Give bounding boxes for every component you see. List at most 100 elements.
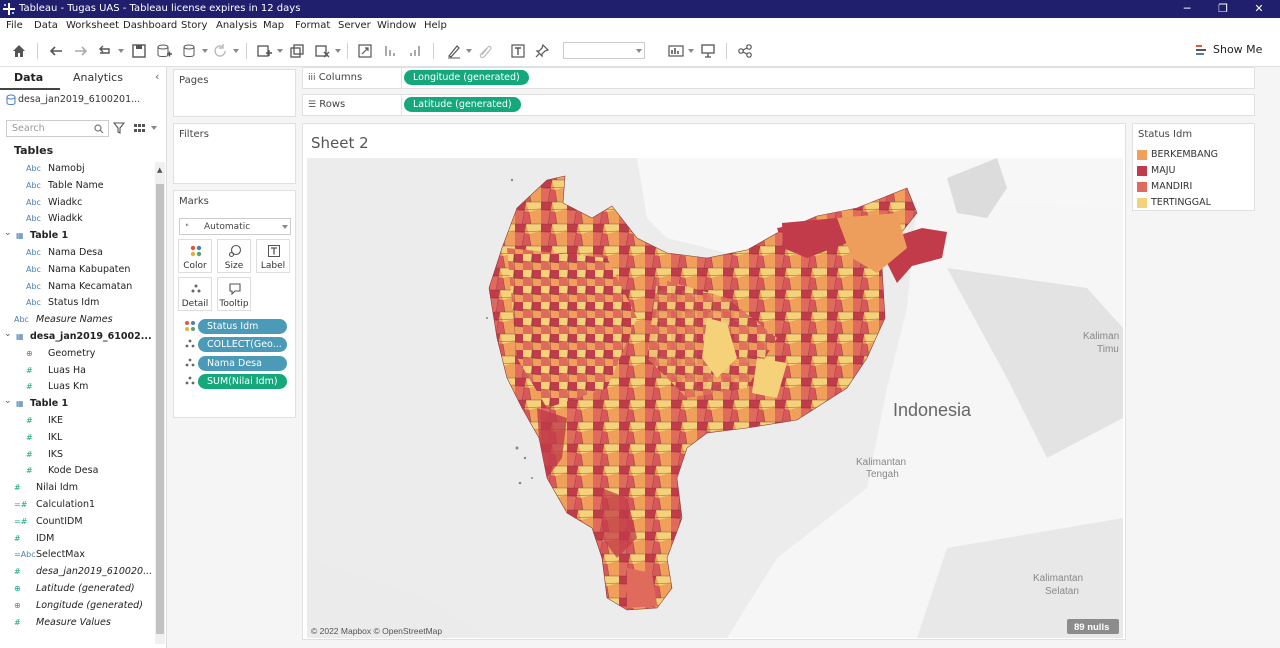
mark-type-dropdown[interactable]: ⁌ Automatic — [179, 218, 291, 235]
redo-icon[interactable] — [73, 43, 89, 59]
label-button[interactable]: Label — [256, 239, 290, 273]
tab-analytics[interactable]: Analytics — [73, 71, 123, 84]
color-icon — [190, 245, 202, 257]
new-worksheet-dropdown-icon[interactable] — [277, 49, 283, 53]
show-cards-dropdown-icon[interactable] — [688, 49, 694, 53]
datasource-dropdown-icon[interactable] — [202, 49, 208, 53]
replay-dropdown-icon[interactable] — [118, 49, 124, 53]
pages-card[interactable]: Pages — [173, 69, 296, 117]
field-label: SelectMax — [36, 549, 85, 561]
collapse-chevron-icon[interactable]: ⌄ — [4, 396, 12, 406]
swap-rows-columns-icon[interactable] — [357, 43, 373, 59]
size-button[interactable]: Size — [217, 239, 251, 273]
duplicate-icon[interactable] — [289, 43, 305, 59]
home-icon[interactable] — [11, 43, 27, 59]
view-options-dropdown-icon[interactable] — [151, 126, 157, 130]
sort-ascending-icon[interactable] — [383, 43, 399, 59]
highlight-dropdown-icon[interactable] — [466, 49, 472, 53]
marks-pill-collect-geometry[interactable]: COLLECT(Geo... — [198, 337, 287, 352]
field-label: IKE — [48, 415, 64, 426]
filter-icon[interactable] — [113, 122, 125, 134]
scrollbar[interactable]: ▲ — [155, 162, 165, 644]
group-members-icon[interactable] — [477, 43, 493, 59]
measure-field-icon: # — [26, 449, 33, 459]
color-button[interactable]: Color — [178, 239, 212, 273]
field-label: Wiadkc — [48, 196, 83, 208]
measure-field-icon: # — [26, 432, 33, 442]
share-icon[interactable] — [737, 43, 753, 59]
columns-pill-longitude[interactable]: Longitude (generated) — [404, 70, 529, 85]
new-worksheet-icon[interactable] — [256, 43, 272, 59]
detail-field-icon — [185, 376, 195, 385]
menu-help[interactable]: Help — [424, 20, 447, 31]
highlight-icon[interactable] — [446, 43, 462, 59]
menu-map[interactable]: Map — [263, 20, 284, 31]
search-input[interactable]: Search — [6, 120, 109, 137]
columns-shelf-label: iii Columns — [308, 72, 362, 83]
rows-shelf[interactable]: ☰ Rows Latitude (generated) — [302, 94, 1255, 116]
tooltip-button[interactable]: Tooltip — [217, 277, 251, 311]
close-button[interactable]: ✕ — [1244, 1, 1274, 17]
menu-worksheet[interactable]: Worksheet — [66, 20, 119, 31]
menu-story[interactable]: Story — [181, 20, 207, 31]
label-icon — [268, 245, 280, 257]
collapse-chevron-icon[interactable]: ⌄ — [4, 329, 12, 339]
menu-server[interactable]: Server — [338, 20, 371, 31]
menu-bar: File Data Worksheet Dashboard Story Anal… — [0, 18, 1280, 35]
menu-window[interactable]: Window — [377, 20, 416, 31]
maximize-button[interactable]: ❐ — [1208, 1, 1238, 17]
new-datasource-icon[interactable] — [156, 43, 172, 59]
tab-data[interactable]: Data — [14, 71, 43, 84]
collapse-chevron-icon[interactable]: ⌄ — [4, 228, 12, 238]
choropleth-map[interactable]: Indonesia Kaliman Timu Kalimantan Tengah… — [307, 158, 1123, 638]
menu-analysis[interactable]: Analysis — [216, 20, 257, 31]
menu-dashboard[interactable]: Dashboard — [123, 20, 177, 31]
label-label: Label — [260, 261, 286, 271]
menu-file[interactable]: File — [6, 20, 23, 31]
menu-data[interactable]: Data — [34, 20, 58, 31]
undo-icon[interactable] — [48, 43, 64, 59]
field-label: Measure Names — [36, 314, 113, 326]
fit-dropdown[interactable] — [563, 42, 645, 59]
legend-label: TERTINGGAL — [1151, 197, 1211, 208]
toolbar-separator — [433, 43, 434, 59]
presentation-mode-icon[interactable] — [700, 43, 716, 59]
clear-dropdown-icon[interactable] — [335, 49, 341, 53]
scrollbar-thumb[interactable] — [156, 184, 164, 634]
marks-pill-status-idm[interactable]: Status Idm — [198, 319, 287, 334]
sheet-title[interactable]: Sheet 2 — [311, 134, 369, 152]
minimize-button[interactable]: ─ — [1172, 1, 1202, 17]
filters-card[interactable]: Filters — [173, 123, 296, 184]
columns-shelf[interactable]: iii Columns Longitude (generated) — [302, 67, 1255, 89]
pin-icon[interactable] — [534, 43, 550, 59]
sort-descending-icon[interactable] — [408, 43, 424, 59]
scroll-up-icon[interactable]: ▲ — [157, 166, 162, 174]
marks-pill-sum-nilai-idm[interactable]: SUM(Nilai Idm) — [198, 374, 287, 389]
legend-title: Status Idm — [1138, 129, 1193, 140]
datasource-name[interactable]: desa_jan2019_6100201... — [18, 94, 140, 105]
map-attribution[interactable]: © 2022 Mapbox © OpenStreetMap — [311, 626, 442, 636]
mark-type-label: Automatic — [204, 222, 251, 232]
map-label-kaltim-line2: Timu — [1097, 344, 1119, 355]
rows-pill-latitude[interactable]: Latitude (generated) — [404, 97, 521, 112]
save-icon[interactable] — [131, 43, 147, 59]
clear-sheet-icon[interactable] — [314, 43, 330, 59]
pause-updates-icon[interactable] — [182, 43, 198, 59]
marks-pill-nama-desa[interactable]: Nama Desa — [198, 356, 287, 371]
collapse-pane-icon[interactable]: ‹ — [155, 70, 159, 83]
refresh-icon[interactable] — [212, 43, 228, 59]
field-label: Nama Desa — [48, 247, 103, 258]
map-view[interactable]: Indonesia Kaliman Timu Kalimantan Tengah… — [307, 158, 1123, 638]
dimension-field-icon: =Abc — [14, 550, 36, 560]
show-mark-labels-icon[interactable] — [510, 43, 526, 59]
show-me-button[interactable]: Show Me — [1213, 43, 1262, 56]
view-options-icon[interactable] — [133, 122, 145, 134]
menu-format[interactable]: Format — [295, 20, 330, 31]
show-cards-icon[interactable] — [668, 43, 684, 59]
refresh-dropdown-icon[interactable] — [233, 49, 239, 53]
replay-icon[interactable] — [97, 43, 113, 59]
show-me-icon[interactable] — [1196, 44, 1208, 56]
legend-label: MAJU — [1151, 165, 1176, 176]
field-label: desa_jan2019_610020... — [36, 566, 153, 578]
detail-button[interactable]: Detail — [178, 277, 212, 311]
